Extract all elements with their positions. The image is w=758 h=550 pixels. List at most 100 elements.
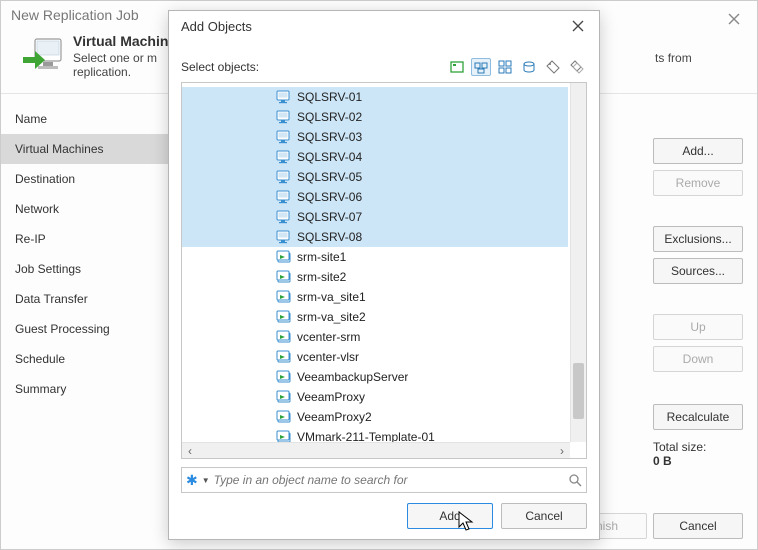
tree-item-label: VeeambackupServer <box>297 370 408 384</box>
combined-view-icon[interactable] <box>567 58 587 76</box>
tree-item-label: VeeamProxy2 <box>297 410 372 424</box>
tree-item-label: VeeamProxy <box>297 390 365 404</box>
vapp-icon <box>276 429 292 442</box>
tree-item-label: SQLSRV-05 <box>297 170 362 184</box>
tag-view-icon[interactable] <box>543 58 563 76</box>
tree-item-label: SQLSRV-03 <box>297 130 362 144</box>
vapp-icon <box>276 409 292 425</box>
vapp-icon <box>276 289 292 305</box>
tree-item-label: SQLSRV-08 <box>297 230 362 244</box>
folder-view-icon[interactable] <box>495 58 515 76</box>
tree-item[interactable]: SQLSRV-08 <box>182 227 568 247</box>
hosts-view-icon[interactable] <box>447 58 467 76</box>
tree-item[interactable]: VeeambackupServer <box>182 367 568 387</box>
tree-item-label: vcenter-srm <box>297 330 360 344</box>
star-icon: ✱ <box>186 472 198 489</box>
tree-item[interactable]: SQLSRV-01 <box>182 87 568 107</box>
replication-icon <box>21 35 63 77</box>
tree-item[interactable]: SQLSRV-03 <box>182 127 568 147</box>
nav-item-data-transfer[interactable]: Data Transfer <box>1 284 176 314</box>
vapp-icon <box>276 249 292 265</box>
nav-item-re-ip[interactable]: Re-IP <box>1 224 176 254</box>
close-icon[interactable] <box>721 9 747 29</box>
vapp-icon <box>276 389 292 405</box>
nav-item-network[interactable]: Network <box>1 194 176 224</box>
tree-item-label: srm-va_site2 <box>297 310 366 324</box>
nav-item-summary[interactable]: Summary <box>1 374 176 404</box>
nav-item-destination[interactable]: Destination <box>1 164 176 194</box>
tree-item-label: srm-site2 <box>297 270 346 284</box>
vm-icon <box>276 209 292 225</box>
side-actions: Add... Remove Exclusions... Sources... U… <box>653 138 743 372</box>
tree-item-label: srm-site1 <box>297 250 346 264</box>
tree-item[interactable]: vcenter-srm <box>182 327 568 347</box>
vapp-icon <box>276 309 292 325</box>
add-button[interactable]: Add... <box>653 138 743 164</box>
object-tree: SQLSRV-01 SQLSRV-02 SQLSRV-03 SQLSRV-04 SQLS… <box>181 82 587 459</box>
dialog-cancel-button[interactable]: Cancel <box>501 503 587 529</box>
tree-item-label: srm-va_site1 <box>297 290 366 304</box>
vertical-scrollbar[interactable] <box>570 83 586 442</box>
tree-item[interactable]: vcenter-vlsr <box>182 347 568 367</box>
vm-icon <box>276 169 292 185</box>
exclusions-button[interactable]: Exclusions... <box>653 226 743 252</box>
dialog-footer: Add Cancel <box>169 493 599 539</box>
vm-icon <box>276 189 292 205</box>
scroll-right-icon[interactable]: › <box>554 443 570 459</box>
tree-item[interactable]: VMmark-211-Template-01 <box>182 427 568 442</box>
nav-item-virtual-machines[interactable]: Virtual Machines <box>1 134 176 164</box>
dialog-add-button[interactable]: Add <box>407 503 493 529</box>
dialog-close-button[interactable] <box>563 15 593 37</box>
nav-item-schedule[interactable]: Schedule <box>1 344 176 374</box>
sources-button[interactable]: Sources... <box>653 258 743 284</box>
tree-item-label: vcenter-vlsr <box>297 350 359 364</box>
tree-item-label: SQLSRV-01 <box>297 90 362 104</box>
add-objects-dialog: Add Objects Select objects: SQLSRV-01SQL… <box>168 10 600 540</box>
total-size-label: Total size: <box>653 440 743 454</box>
totals: Total size: 0 B <box>653 440 743 468</box>
tree-item[interactable]: SQLSRV-02 <box>182 107 568 127</box>
up-button: Up <box>653 314 743 340</box>
tree-item-label: SQLSRV-04 <box>297 150 362 164</box>
tree-item[interactable]: SQLSRV-06 <box>182 187 568 207</box>
tree-item[interactable]: SQLSRV-07 <box>182 207 568 227</box>
tree-item[interactable]: SQLSRV-04 <box>182 147 568 167</box>
cancel-button[interactable]: Cancel <box>653 513 743 539</box>
vm-icon <box>276 229 292 245</box>
tree-item[interactable]: srm-va_site2 <box>182 307 568 327</box>
remove-button: Remove <box>653 170 743 196</box>
search-input[interactable] <box>214 473 564 487</box>
nav-item-guest-processing[interactable]: Guest Processing <box>1 314 176 344</box>
select-objects-label: Select objects: <box>181 60 259 74</box>
tree-item[interactable]: SQLSRV-05 <box>182 167 568 187</box>
horizontal-scrollbar[interactable]: ‹ › <box>182 442 570 458</box>
tree-item-label: SQLSRV-06 <box>297 190 362 204</box>
tree-item[interactable]: srm-va_site1 <box>182 287 568 307</box>
recalculate-button[interactable]: Recalculate <box>653 404 743 430</box>
tree-item-label: SQLSRV-02 <box>297 110 362 124</box>
view-mode-icons <box>447 58 587 76</box>
vm-icon <box>276 129 292 145</box>
scroll-left-icon[interactable]: ‹ <box>182 443 198 459</box>
tree-item[interactable]: VeeamProxy2 <box>182 407 568 427</box>
nav-item-name[interactable]: Name <box>1 104 176 134</box>
search-icon[interactable] <box>568 473 582 487</box>
tree-item[interactable]: VeeamProxy <box>182 387 568 407</box>
wizard-nav: NameVirtual MachinesDestinationNetworkRe… <box>1 94 176 522</box>
datastore-view-icon[interactable] <box>519 58 539 76</box>
nav-item-job-settings[interactable]: Job Settings <box>1 254 176 284</box>
down-button: Down <box>653 346 743 372</box>
vapp-icon <box>276 329 292 345</box>
tree-item[interactable]: srm-site1 <box>182 247 568 267</box>
vm-icon <box>276 89 292 105</box>
tree-item-label: VMmark-211-Template-01 <box>297 430 435 442</box>
tree-item[interactable]: srm-site2 <box>182 267 568 287</box>
vms-view-icon[interactable] <box>471 58 491 76</box>
search-field[interactable]: ✱ ▼ <box>181 467 587 493</box>
vapp-icon <box>276 369 292 385</box>
vapp-icon <box>276 349 292 365</box>
tree-item-label: SQLSRV-07 <box>297 210 362 224</box>
vm-icon <box>276 149 292 165</box>
chevron-down-icon[interactable]: ▼ <box>202 476 210 485</box>
vm-icon <box>276 109 292 125</box>
